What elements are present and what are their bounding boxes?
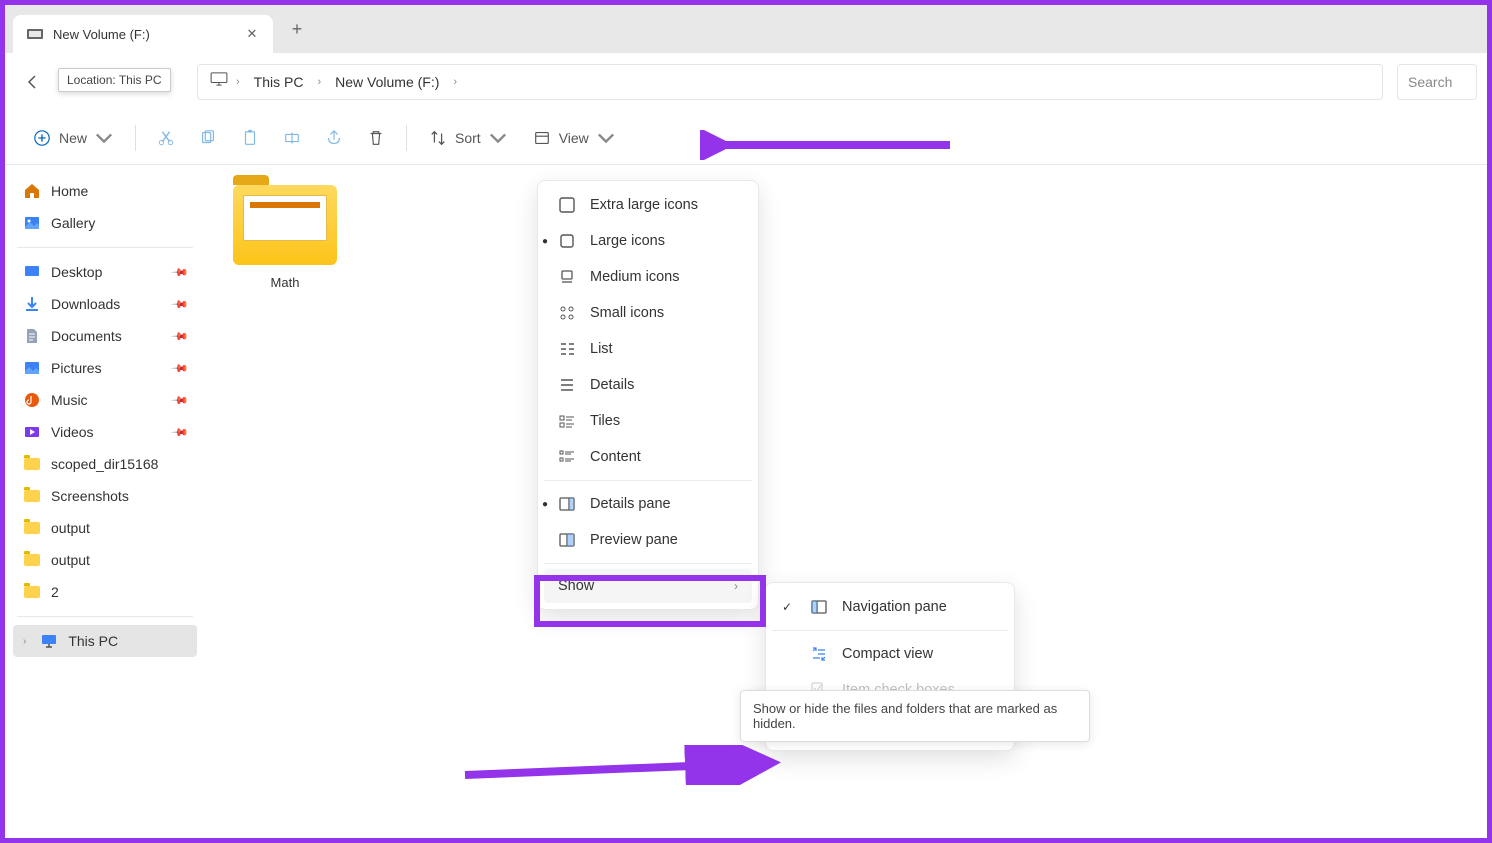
pictures-icon: [23, 359, 41, 377]
sidebar-music[interactable]: Music📌: [13, 384, 197, 416]
titlebar: New Volume (F:) ✕ +: [5, 5, 1487, 53]
pc-icon: [40, 632, 58, 650]
sort-button[interactable]: Sort: [419, 123, 517, 153]
chevron-right-icon[interactable]: ›: [315, 76, 323, 88]
back-button[interactable]: [15, 64, 51, 100]
view-button[interactable]: View: [523, 123, 625, 153]
folder-label: Math: [225, 275, 345, 290]
sidebar-folder[interactable]: scoped_dir15168: [13, 448, 197, 480]
share-button[interactable]: [316, 123, 352, 153]
pin-icon: 📌: [171, 263, 190, 282]
gallery-icon: [23, 214, 41, 232]
pin-icon: 📌: [171, 359, 190, 378]
disk-icon: [27, 29, 43, 39]
sidebar: Home Gallery Desktop📌 Downloads📌 Documen…: [5, 165, 205, 838]
location-tooltip: Location: This PC: [58, 68, 171, 92]
chevron-right-icon[interactable]: ›: [451, 76, 459, 88]
navpane-icon: [810, 598, 828, 616]
navbar: › This PC › New Volume (F:) › Search: [5, 53, 1487, 111]
sidebar-documents[interactable]: Documents📌: [13, 320, 197, 352]
sidebar-downloads[interactable]: Downloads📌: [13, 288, 197, 320]
address-bar[interactable]: › This PC › New Volume (F:) ›: [197, 64, 1383, 100]
sidebar-folder[interactable]: Screenshots: [13, 480, 197, 512]
view-show[interactable]: Show›: [544, 569, 752, 603]
pin-icon: 📌: [171, 391, 190, 410]
view-medium[interactable]: Medium icons: [544, 259, 752, 295]
view-list[interactable]: List: [544, 331, 752, 367]
tiles-icon: [558, 412, 576, 430]
toolbar: New Sort View: [5, 111, 1487, 165]
large-icon: [558, 232, 576, 250]
cut-button[interactable]: [148, 123, 184, 153]
folder-icon: [23, 583, 41, 601]
small-icon: [558, 304, 576, 322]
hidden-items-tooltip: Show or hide the files and folders that …: [740, 690, 1090, 742]
sidebar-folder[interactable]: output: [13, 512, 197, 544]
sidebar-desktop[interactable]: Desktop📌: [13, 256, 197, 288]
sidebar-home[interactable]: Home: [13, 175, 197, 207]
new-tab-button[interactable]: +: [281, 13, 313, 45]
pc-icon: [210, 72, 228, 91]
paste-button[interactable]: [232, 123, 268, 153]
view-content[interactable]: Content: [544, 439, 752, 475]
sidebar-folder[interactable]: output: [13, 544, 197, 576]
copy-button[interactable]: [190, 123, 226, 153]
view-extra-large[interactable]: Extra large icons: [544, 187, 752, 223]
view-details[interactable]: Details: [544, 367, 752, 403]
sidebar-pictures[interactable]: Pictures📌: [13, 352, 197, 384]
content-icon: [558, 448, 576, 466]
extra-large-icon: [558, 196, 576, 214]
sidebar-gallery[interactable]: Gallery: [13, 207, 197, 239]
home-icon: [23, 182, 41, 200]
pin-icon: 📌: [171, 327, 190, 346]
show-navigation-pane[interactable]: ✓Navigation pane: [772, 589, 1008, 625]
breadcrumb-current[interactable]: New Volume (F:): [329, 74, 445, 90]
view-preview-pane[interactable]: Preview pane: [544, 522, 752, 558]
list-icon: [558, 340, 576, 358]
view-details-pane[interactable]: ●Details pane: [544, 486, 752, 522]
pin-icon: 📌: [171, 295, 190, 314]
compact-icon: [810, 645, 828, 663]
medium-icon: [558, 268, 576, 286]
videos-icon: [23, 423, 41, 441]
delete-button[interactable]: [358, 123, 394, 153]
folder-icon: [23, 519, 41, 537]
search-input[interactable]: Search: [1397, 64, 1477, 100]
preview-pane-icon: [558, 531, 576, 549]
view-small[interactable]: Small icons: [544, 295, 752, 331]
folder-icon: [23, 487, 41, 505]
desktop-icon: [23, 263, 41, 281]
details-pane-icon: [558, 495, 576, 513]
view-menu: Extra large icons ●Large icons Medium ic…: [537, 180, 759, 610]
folder-icon: [23, 455, 41, 473]
sidebar-videos[interactable]: Videos📌: [13, 416, 197, 448]
sidebar-thispc[interactable]: › This PC: [13, 625, 197, 657]
tab[interactable]: New Volume (F:) ✕: [13, 15, 273, 53]
folder-item[interactable]: Math: [225, 185, 345, 290]
folder-icon: [233, 185, 337, 265]
chevron-right-icon[interactable]: ›: [23, 636, 26, 647]
show-compact-view[interactable]: Compact view: [772, 636, 1008, 672]
details-icon: [558, 376, 576, 394]
sidebar-folder[interactable]: 2: [13, 576, 197, 608]
chevron-right-icon[interactable]: ›: [234, 76, 242, 88]
folder-icon: [23, 551, 41, 569]
document-icon: [23, 327, 41, 345]
new-button[interactable]: New: [23, 123, 123, 153]
breadcrumb-root[interactable]: This PC: [248, 74, 310, 90]
view-tiles[interactable]: Tiles: [544, 403, 752, 439]
rename-button[interactable]: [274, 123, 310, 153]
close-icon[interactable]: ✕: [245, 27, 259, 41]
view-large[interactable]: ●Large icons: [544, 223, 752, 259]
download-icon: [23, 295, 41, 313]
chevron-right-icon: ›: [734, 579, 738, 593]
check-icon: ✓: [782, 600, 792, 614]
tab-title: New Volume (F:): [53, 27, 235, 42]
music-icon: [23, 391, 41, 409]
pin-icon: 📌: [171, 423, 190, 442]
